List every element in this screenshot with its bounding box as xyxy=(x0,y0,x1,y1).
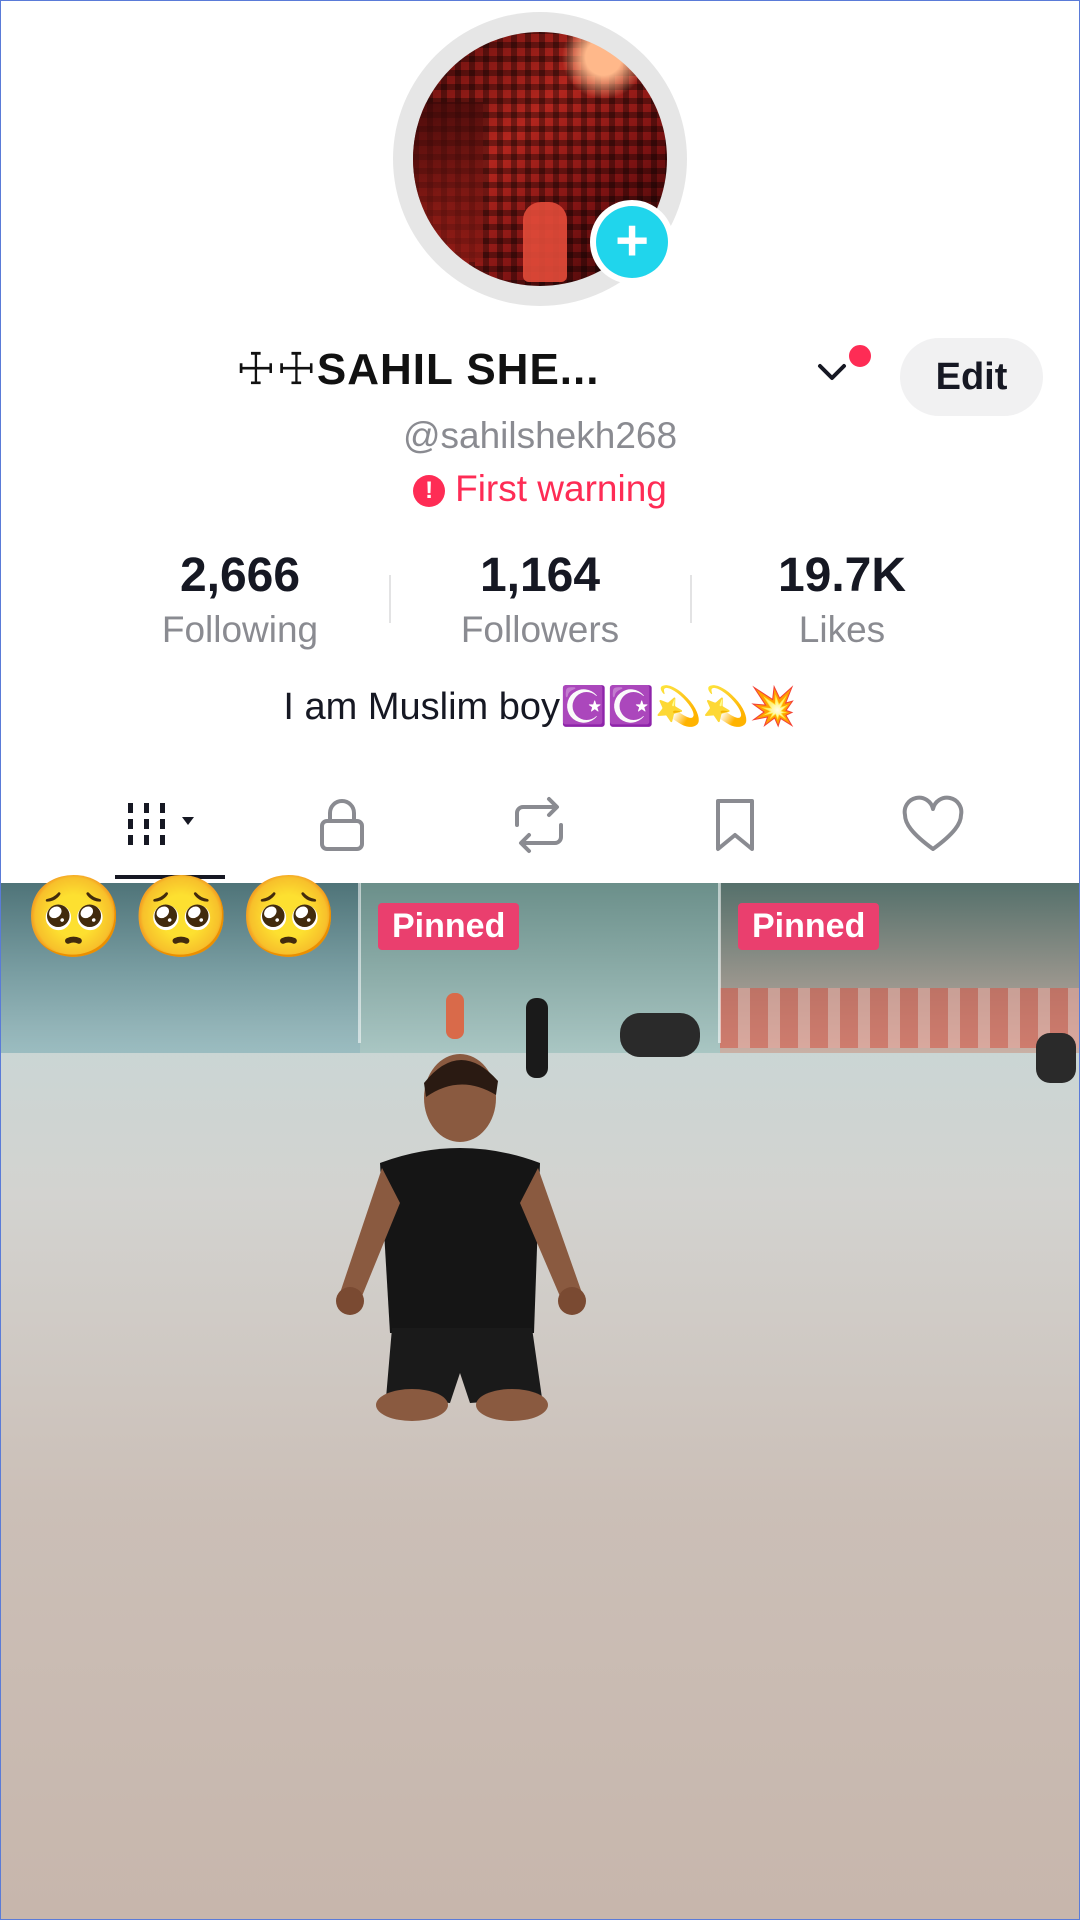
plus-icon: + xyxy=(596,206,668,278)
heart-icon xyxy=(902,795,964,851)
notification-dot xyxy=(846,342,874,370)
username-handle: @sahilshekh268 xyxy=(402,415,678,456)
background-motorbike xyxy=(620,1013,700,1057)
stat-label: Following xyxy=(161,609,319,650)
alert-icon: ! xyxy=(413,475,446,507)
avatar-person xyxy=(523,202,567,282)
profile-tabs xyxy=(0,785,1080,885)
background-crowd xyxy=(720,988,1080,1048)
background-person xyxy=(446,993,464,1039)
stat-divider xyxy=(690,575,692,623)
pinned-badge: Pinned xyxy=(738,903,880,950)
tab-private[interactable] xyxy=(287,785,397,865)
background-motorbike xyxy=(1036,1033,1076,1083)
avatar-background-shelf xyxy=(413,102,483,262)
warning-text: First warning xyxy=(455,468,667,509)
tab-favorites[interactable] xyxy=(680,785,790,865)
bio-text: I am Muslim boy☪️☪️💫💫💥 xyxy=(283,686,797,728)
first-warning-link[interactable]: ! First warning xyxy=(0,468,1080,510)
repost-icon xyxy=(515,797,563,853)
stat-value: 2,666 xyxy=(179,549,301,602)
background-person xyxy=(526,998,548,1078)
tab-reposts[interactable] xyxy=(484,785,594,865)
stat-label: Likes xyxy=(798,609,886,650)
overlay-emojis: 🥺🥺🥺 xyxy=(24,872,347,961)
pinned-badge: Pinned xyxy=(378,903,520,950)
video-grid[interactable]: Pinned Pinned xyxy=(0,883,1080,1920)
stat-followers[interactable]: 1,164 Followers xyxy=(420,548,660,651)
grid-icon xyxy=(128,803,194,845)
name-row: ☩☩SAHIL SHE... Edit xyxy=(0,338,1080,416)
tab-liked[interactable] xyxy=(878,785,988,865)
lock-icon xyxy=(320,799,364,851)
grid-divider xyxy=(718,883,721,1043)
edit-profile-button[interactable]: Edit xyxy=(900,338,1043,416)
stat-label: Followers xyxy=(460,609,620,650)
video-subject xyxy=(336,1054,586,1421)
stat-value: 19.7K xyxy=(777,549,907,602)
add-story-button[interactable]: + xyxy=(590,200,674,284)
stat-divider xyxy=(389,575,391,623)
stat-likes[interactable]: 19.7K Likes xyxy=(722,548,962,651)
stat-value: 1,164 xyxy=(479,549,601,602)
bookmark-icon xyxy=(716,799,754,851)
grid-divider xyxy=(358,883,361,1043)
display-name[interactable]: ☩☩SAHIL SHE... xyxy=(236,344,599,395)
tab-videos[interactable] xyxy=(112,785,222,865)
stat-following[interactable]: 2,666 Following xyxy=(120,548,360,651)
